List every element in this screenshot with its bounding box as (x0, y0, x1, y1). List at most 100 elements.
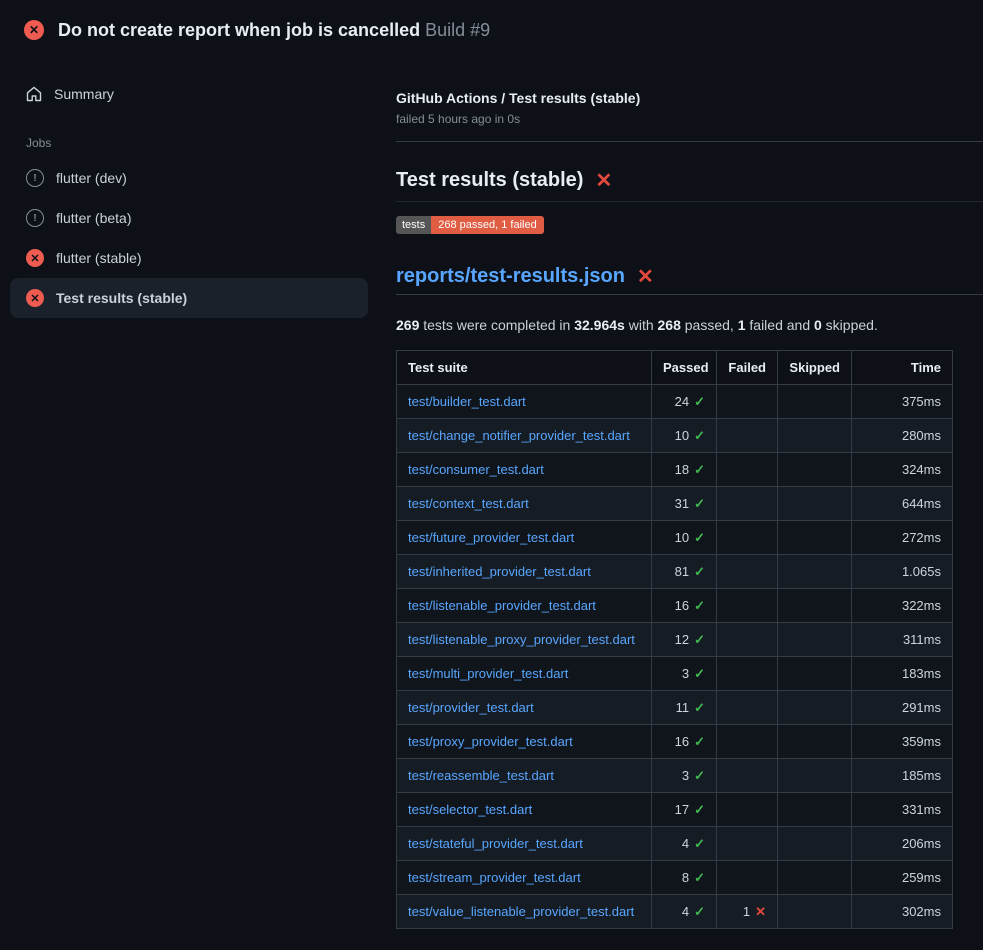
cell-skipped (778, 521, 852, 555)
cell-time: 331ms (852, 793, 953, 827)
section-title: Test results (stable) (396, 169, 583, 192)
failed-icon: ✕ (26, 249, 44, 267)
col-header-passed: Passed (652, 351, 717, 385)
cell: 16✓ (652, 725, 717, 759)
run-title: Do not create report when job is cancell… (58, 20, 420, 40)
cell-time: 183ms (852, 657, 953, 691)
check-icon: ✓ (694, 428, 705, 443)
x-icon: ✕ (755, 904, 766, 919)
jobs-section-label: Jobs (26, 136, 368, 150)
cell-time: 1.065s (852, 555, 953, 589)
cell (717, 521, 778, 555)
cancelled-icon: ! (26, 209, 44, 227)
test-suite-link[interactable]: test/change_notifier_provider_test.dart (408, 428, 630, 443)
cell-skipped (778, 725, 852, 759)
test-suite-link[interactable]: test/provider_test.dart (408, 700, 534, 715)
test-suite-link[interactable]: test/reassemble_test.dart (408, 768, 554, 783)
cell-skipped (778, 419, 852, 453)
test-suite-link[interactable]: test/stateful_provider_test.dart (408, 836, 583, 851)
cell: 8✓ (652, 861, 717, 895)
cell-skipped (778, 589, 852, 623)
summary-failed: 1 (738, 317, 746, 333)
breadcrumb: GitHub Actions / Test results (stable) (396, 90, 983, 106)
cancelled-icon: ! (26, 169, 44, 187)
cell-test-suite: test/builder_test.dart (397, 385, 652, 419)
test-suite-link[interactable]: test/selector_test.dart (408, 802, 532, 817)
cell-skipped (778, 895, 852, 929)
cell (717, 487, 778, 521)
check-icon: ✓ (694, 394, 705, 409)
test-suite-link[interactable]: test/context_test.dart (408, 496, 529, 511)
cell (717, 419, 778, 453)
check-icon: ✓ (694, 904, 705, 919)
check-icon: ✓ (694, 598, 705, 613)
test-results-table: Test suite Passed Failed Skipped Time te… (396, 350, 953, 929)
summary-text: skipped. (822, 317, 878, 333)
test-suite-link[interactable]: test/multi_provider_test.dart (408, 666, 568, 681)
table-row: test/consumer_test.dart 18✓ 324ms (397, 453, 953, 487)
cell-skipped (778, 861, 852, 895)
sidebar-item-label: flutter (dev) (56, 170, 127, 186)
cell: 18✓ (652, 453, 717, 487)
col-header-time: Time (852, 351, 953, 385)
col-header-failed: Failed (717, 351, 778, 385)
table-row: test/inherited_provider_test.dart81✓1.06… (397, 555, 953, 589)
tests-badge: tests 268 passed, 1 failed (396, 216, 544, 234)
check-icon: ✓ (694, 564, 705, 579)
build-number: Build #9 (425, 20, 490, 40)
cell (717, 759, 778, 793)
cell-skipped (778, 453, 852, 487)
test-suite-link[interactable]: test/stream_provider_test.dart (408, 870, 581, 885)
check-icon: ✓ (694, 802, 705, 817)
failed-x-icon: ✕ (637, 267, 654, 287)
table-row: test/selector_test.dart 17✓ 331ms (397, 793, 953, 827)
home-icon (26, 86, 42, 102)
summary-total: 269 (396, 317, 419, 333)
cell-time: 322ms (852, 589, 953, 623)
cell-skipped (778, 759, 852, 793)
sidebar-item-summary[interactable]: Summary (10, 80, 368, 108)
summary-text: with (625, 317, 658, 333)
sidebar: Summary Jobs ! flutter (dev) !flutter (bet… (0, 68, 380, 318)
report-file-link[interactable]: reports/test-results.json (396, 265, 625, 288)
summary-skipped: 0 (814, 317, 822, 333)
test-suite-link[interactable]: test/proxy_provider_test.dart (408, 734, 573, 749)
section-heading: Test results (stable) ✕ (396, 169, 983, 202)
cell: 17✓ (652, 793, 717, 827)
test-suite-link[interactable]: test/listenable_proxy_provider_test.dart (408, 632, 635, 647)
cell (717, 725, 778, 759)
table-header-row: Test suite Passed Failed Skipped Time (397, 351, 953, 385)
test-suite-link[interactable]: test/inherited_provider_test.dart (408, 564, 591, 579)
cell: 11✓ (652, 691, 717, 725)
table-row: test/builder_test.dart24✓375ms (397, 385, 953, 419)
test-suite-link[interactable]: test/listenable_provider_test.dart (408, 598, 596, 613)
sidebar-item-flutter-dev[interactable]: ! flutter (dev) (10, 158, 368, 198)
test-suite-link[interactable]: test/value_listenable_provider_test.dart (408, 904, 634, 919)
cell-time: 324ms (852, 453, 953, 487)
cell: 3✓ (652, 657, 717, 691)
test-suite-link[interactable]: test/future_provider_test.dart (408, 530, 574, 545)
col-header-skipped: Skipped (778, 351, 852, 385)
sidebar-item-flutter-beta[interactable]: !flutter (beta) (10, 198, 368, 238)
cell (717, 827, 778, 861)
check-icon: ✓ (694, 530, 705, 545)
test-suite-link[interactable]: test/consumer_test.dart (408, 462, 544, 477)
sidebar-item-flutter-stable[interactable]: ✕flutter (stable) (10, 238, 368, 278)
sidebar-jobs-list: ! flutter (dev) !flutter (beta)✕flutter (s… (10, 158, 368, 318)
cell-time: 291ms (852, 691, 953, 725)
failed-status-icon: ✕ (24, 20, 44, 40)
summary-text: failed and (746, 317, 815, 333)
cell-time: 280ms (852, 419, 953, 453)
table-row: test/stateful_provider_test.dart4✓206ms (397, 827, 953, 861)
content-layout: Summary Jobs ! flutter (dev) !flutter (bet… (0, 68, 983, 929)
table-row: test/proxy_provider_test.dart16✓359ms (397, 725, 953, 759)
cell-time: 185ms (852, 759, 953, 793)
run-summary: 269 tests were completed in 32.964s with… (396, 317, 983, 333)
cell (717, 555, 778, 589)
table-row: test/listenable_provider_test.dart16✓322… (397, 589, 953, 623)
cell-test-suite: test/listenable_proxy_provider_test.dart (397, 623, 652, 657)
cell (717, 793, 778, 827)
cell-test-suite: test/reassemble_test.dart (397, 759, 652, 793)
test-suite-link[interactable]: test/builder_test.dart (408, 394, 526, 409)
sidebar-item-test-results-stable[interactable]: ✕Test results (stable) (10, 278, 368, 318)
